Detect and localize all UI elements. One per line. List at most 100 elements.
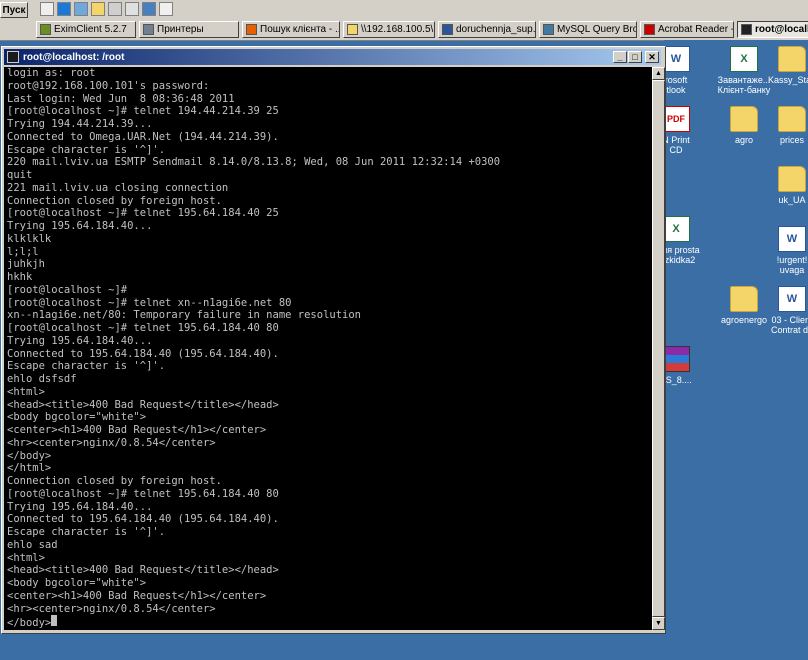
ie-icon[interactable] bbox=[57, 2, 71, 16]
mysql-icon bbox=[543, 24, 554, 35]
folder-icon bbox=[347, 24, 358, 35]
putty-window[interactable]: root@localhost: /root _ □ ✕ login as: ro… bbox=[1, 46, 666, 634]
terminal-line: <html> bbox=[7, 551, 45, 564]
terminal-line: hkhk bbox=[7, 271, 33, 283]
rar-file-icon bbox=[664, 346, 690, 372]
desktop-icon[interactable]: Wrosoft tlook bbox=[664, 46, 708, 95]
desktop-icon[interactable]: W 03 - Client Contrat da bbox=[760, 286, 808, 335]
taskbar-button[interactable]: \\192.168.100.5\... bbox=[343, 21, 435, 38]
taskbar-button[interactable]: Acrobat Reader -... bbox=[640, 21, 734, 38]
terminal-line: [root@localhost ~]# bbox=[7, 283, 128, 296]
desktop-icon[interactable]: Kassy_Stan bbox=[760, 46, 808, 85]
pdf-file-icon: PDF bbox=[664, 106, 690, 132]
terminal-line: quit bbox=[7, 169, 33, 181]
docx-file-icon: W bbox=[778, 286, 806, 312]
desktop-icon-label: rosoft tlook bbox=[664, 75, 688, 95]
acrobat-icon bbox=[644, 24, 655, 35]
folder-icon bbox=[730, 286, 758, 312]
xlsx-file-icon: X bbox=[664, 216, 690, 242]
taskbar-button[interactable]: MySQL Query Bro... bbox=[539, 21, 637, 38]
terminal-line: [root@localhost ~]# telnet 195.64.184.40… bbox=[7, 322, 279, 334]
docx-file-icon: W bbox=[664, 46, 690, 72]
taskbar-button-label: Пошук клієнта - ... bbox=[260, 24, 340, 35]
terminal-line: Connected to 195.64.184.40 (195.64.184.4… bbox=[7, 347, 279, 360]
folder-icon[interactable] bbox=[91, 2, 105, 16]
desktop-icon-label: prices bbox=[779, 135, 804, 145]
start-button[interactable]: Пуск bbox=[0, 2, 28, 18]
show-desktop-icon[interactable] bbox=[40, 2, 54, 16]
minimize-button[interactable]: _ bbox=[613, 51, 627, 63]
firefox-icon bbox=[246, 24, 257, 35]
desktop-icon-label: N Print CD bbox=[664, 135, 690, 155]
word-icon bbox=[442, 24, 453, 35]
terminal-line: </body> bbox=[7, 449, 52, 462]
folder-icon bbox=[778, 106, 806, 132]
desktop-icon[interactable]: prices bbox=[760, 106, 808, 145]
taskbar-button[interactable]: root@localho... bbox=[737, 21, 808, 38]
terminal-line: Escape character is '^]'. bbox=[7, 143, 166, 156]
taskbar-button-label: Acrobat Reader -... bbox=[658, 24, 734, 35]
terminal-line: root@192.168.100.101's password: bbox=[7, 79, 210, 92]
taskbar-button[interactable]: Пошук клієнта - ... bbox=[242, 21, 340, 38]
taskbar-button-label: \\192.168.100.5\... bbox=[361, 24, 435, 35]
terminal-line: Escape character is '^]'. bbox=[7, 526, 166, 538]
desktop-icon[interactable]: PDF N Print CD bbox=[664, 106, 708, 155]
window-titlebar[interactable]: root@localhost: /root _ □ ✕ bbox=[4, 49, 661, 65]
terminal-line: juhkjh bbox=[7, 258, 45, 271]
taskbar-button-label: EximClient 5.2.7 bbox=[54, 24, 127, 35]
terminal-line: <body bgcolor="white"> bbox=[7, 577, 147, 589]
folder-icon bbox=[778, 166, 806, 192]
terminal-line: Trying 194.44.214.39... bbox=[7, 118, 153, 130]
bolt-icon[interactable] bbox=[74, 2, 88, 16]
desktop-icon[interactable]: ZS_8.... bbox=[664, 346, 708, 385]
putty-icon bbox=[741, 24, 752, 35]
taskbar-button[interactable]: doruchennja_sup... bbox=[438, 21, 536, 38]
close-button[interactable]: ✕ bbox=[645, 51, 659, 63]
app-icon bbox=[40, 24, 51, 35]
taskbar-button-label: doruchennja_sup... bbox=[456, 24, 536, 35]
terminal-cursor bbox=[51, 615, 58, 627]
desktop: Wrosoft tlook X Завантаже... Клієнт-банку K… bbox=[664, 40, 808, 660]
folder-icon bbox=[730, 106, 758, 132]
scroll-up-arrow-icon[interactable]: ▲ bbox=[652, 67, 665, 80]
terminal-line: Connection closed by foreign host. bbox=[7, 194, 222, 207]
terminal-line: l;l;l bbox=[7, 245, 39, 258]
window-title: root@localhost: /root bbox=[23, 51, 125, 63]
scrollbar-thumb[interactable] bbox=[652, 80, 665, 617]
terminal-line: <html> bbox=[7, 385, 45, 398]
scroll-down-arrow-icon[interactable]: ▼ bbox=[652, 617, 665, 630]
docx-file-icon: W bbox=[778, 226, 806, 252]
terminal-line: 220 mail.lviv.ua ESMTP Sendmail 8.14.0/8… bbox=[7, 156, 501, 169]
desktop-icon[interactable]: W !urgent! uvaga bbox=[760, 226, 808, 275]
terminal-line: <hr><center>nginx/0.8.54</center> bbox=[7, 436, 216, 449]
taskbar-button[interactable]: EximClient 5.2.7 bbox=[36, 21, 136, 38]
taskbar-button-label: MySQL Query Bro... bbox=[557, 24, 637, 35]
taskbar-button[interactable]: Принтеры bbox=[139, 21, 239, 38]
terminal-line: xn--n1agi6e.net/80: Temporary failure in… bbox=[7, 309, 362, 322]
terminal-scrollbar[interactable]: ▲ ▼ bbox=[652, 67, 665, 630]
terminal-line: ehlo sad bbox=[7, 538, 58, 551]
window-icon[interactable] bbox=[159, 2, 173, 16]
taskbar-button-label: Принтеры bbox=[157, 24, 204, 35]
terminal-line: login as: root bbox=[7, 67, 96, 79]
terminal-line: Escape character is '^]'. bbox=[7, 360, 166, 373]
terminal-line: Connected to 195.64.184.40 (195.64.184.4… bbox=[7, 513, 279, 526]
terminal-line: Trying 195.64.184.40... bbox=[7, 500, 153, 513]
monitor-icon[interactable] bbox=[142, 2, 156, 16]
desktop-icon-label: ZS_8.... bbox=[664, 375, 692, 385]
maximize-button[interactable]: □ bbox=[628, 51, 642, 63]
terminal-line: Trying 195.64.184.40... bbox=[7, 220, 153, 232]
desktop-icon[interactable]: Xопия prosta rozkidka2 bbox=[664, 216, 708, 265]
app-icon[interactable] bbox=[108, 2, 122, 16]
taskbar-button-label: root@localho... bbox=[755, 24, 808, 35]
task-list: EximClient 5.2.7 Принтеры Пошук клієнта - … bbox=[36, 21, 808, 39]
terminal-line: Connection closed by foreign host. bbox=[7, 475, 222, 487]
desktop-icon[interactable]: uk_UA bbox=[760, 166, 808, 205]
desktop-icon-label: 03 - Client Contrat da bbox=[770, 315, 808, 335]
grid-icon[interactable] bbox=[125, 2, 139, 16]
quick-launch bbox=[40, 2, 173, 16]
terminal-line: [root@localhost ~]# telnet 194.44.214.39… bbox=[7, 105, 279, 118]
terminal-output[interactable]: login as: root root@192.168.100.101's pas… bbox=[4, 67, 652, 630]
terminal-line: 221 mail.lviv.ua closing connection bbox=[7, 181, 229, 194]
terminal-line: <body bgcolor="white"> bbox=[7, 411, 147, 424]
